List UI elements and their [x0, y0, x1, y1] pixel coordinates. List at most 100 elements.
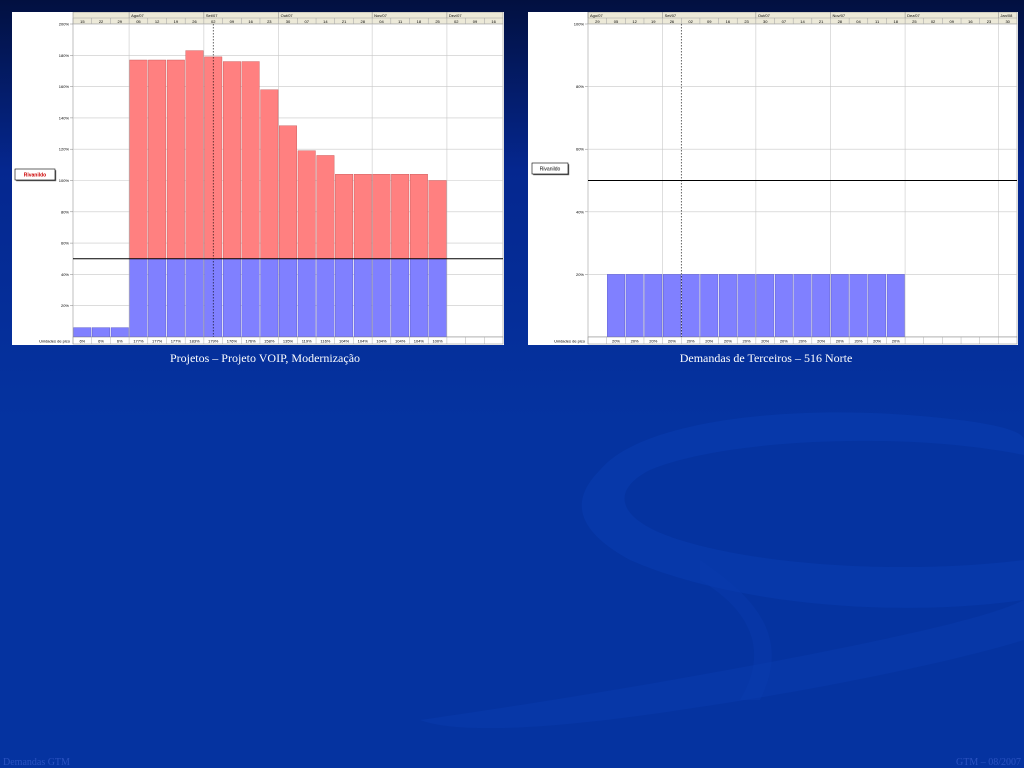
month-label: Out/07	[281, 13, 294, 18]
month-label: Dez/07	[907, 13, 920, 18]
week-label: 28	[361, 19, 366, 24]
bar-over-capacity	[129, 59, 148, 259]
week-label: 23	[267, 19, 272, 24]
value-label: 20%	[780, 339, 788, 344]
chart-caption-516-norte: Demandas de Terceiros – 516 Norte	[679, 351, 853, 365]
bar	[607, 274, 625, 338]
y-tick-label: 40%	[61, 272, 69, 277]
week-label: 23	[744, 19, 749, 24]
bar-over-capacity	[279, 125, 297, 259]
bar	[700, 274, 719, 338]
bar-over-capacity	[409, 174, 428, 259]
week-label: 12	[155, 19, 160, 24]
week-label: 02	[211, 19, 216, 24]
bar	[793, 274, 812, 338]
y-tick-label: 100%	[59, 178, 70, 183]
bar-within-capacity	[279, 258, 297, 338]
y-tick-label: 80%	[576, 84, 584, 89]
week-label: 09	[473, 19, 478, 24]
month-label: Nov/07	[374, 13, 387, 18]
week-label: 07	[782, 19, 787, 24]
value-label: 20%	[687, 339, 695, 344]
week-label: 09	[707, 19, 712, 24]
week-label: 28	[838, 19, 843, 24]
week-label: 21	[342, 19, 347, 24]
week-label: 29	[595, 19, 600, 24]
value-label: 20%	[873, 339, 881, 344]
bar	[830, 274, 849, 338]
bar-within-capacity	[372, 258, 391, 338]
bar-within-capacity	[409, 258, 428, 338]
y-tick-label: 60%	[61, 241, 69, 246]
bar	[886, 274, 905, 338]
bar	[625, 274, 644, 338]
week-label: 16	[248, 19, 253, 24]
value-label: 6%	[79, 339, 85, 344]
bar-within-capacity	[148, 258, 167, 338]
y-tick-label: 20%	[576, 272, 584, 277]
bar-over-capacity	[241, 61, 260, 259]
value-row-label: Unidades de pico	[554, 339, 586, 344]
chart-panel-voip: Ago/07 Set/07 Out/07 Nov/07 Dez/07 15 22 29 05 12…	[12, 12, 504, 345]
bar-over-capacity	[260, 89, 279, 259]
bar-within-capacity	[391, 258, 410, 338]
value-label: 20%	[798, 339, 806, 344]
bar-over-capacity	[372, 174, 391, 259]
bar-over-capacity	[391, 174, 410, 259]
y-tick-label: 20%	[61, 303, 69, 308]
value-label: 20%	[649, 339, 657, 344]
week-label: 09	[949, 19, 954, 24]
value-label: 20%	[761, 339, 769, 344]
bar	[756, 274, 775, 338]
resource-marker-label: Rivanildo	[540, 167, 561, 173]
bar-within-capacity	[260, 258, 279, 338]
bar	[737, 274, 756, 338]
week-label: 04	[379, 19, 384, 24]
value-label: 116%	[320, 339, 330, 344]
y-tick-label: 200%	[59, 22, 70, 27]
value-label: 6%	[98, 339, 104, 344]
bar	[644, 274, 663, 338]
bar-within-capacity	[428, 258, 447, 338]
week-label: 14	[800, 19, 805, 24]
value-label: 20%	[854, 339, 862, 344]
value-label: 20%	[705, 339, 713, 344]
week-label: 21	[819, 19, 824, 24]
week-label: 26	[192, 19, 197, 24]
value-label: 104%	[414, 339, 425, 344]
week-label: 05	[136, 19, 141, 24]
week-label: 15	[80, 19, 85, 24]
value-label: 179%	[208, 339, 219, 344]
week-label: 16	[491, 19, 496, 24]
month-label: Set/07	[665, 13, 677, 18]
bar	[663, 274, 681, 338]
value-label: 135%	[283, 339, 294, 344]
week-label: 14	[323, 19, 328, 24]
bar-within-capacity	[129, 258, 148, 338]
bar-over-capacity	[335, 174, 354, 259]
value-label: 100%	[432, 339, 443, 344]
bar	[73, 327, 92, 338]
value-label: 20%	[631, 339, 639, 344]
bar-over-capacity	[316, 155, 335, 259]
bar-within-capacity	[316, 258, 335, 338]
value-row-label: Unidades de pico	[39, 339, 71, 344]
week-label: 16	[726, 19, 731, 24]
week-label: 22	[99, 19, 104, 24]
week-label: 16	[968, 19, 973, 24]
value-label: 119%	[302, 339, 312, 344]
bar-within-capacity	[166, 258, 185, 338]
value-label: 20%	[743, 339, 751, 344]
bar	[92, 327, 110, 338]
bar-over-capacity	[297, 150, 316, 259]
value-label: 20%	[724, 339, 732, 344]
week-label: 30	[286, 19, 291, 24]
value-label: 104%	[376, 339, 387, 344]
value-label: 177%	[152, 339, 163, 344]
bar-within-capacity	[297, 258, 316, 338]
week-label: 30	[763, 19, 768, 24]
month-label: Jan/08	[1000, 13, 1013, 18]
chart-516-norte-svg: Ago/07 Set/07 Out/07 Nov/07 Dez/07 Jan/08 29 05…	[531, 12, 1018, 345]
bar-over-capacity	[428, 180, 447, 259]
value-label: 177%	[171, 339, 182, 344]
